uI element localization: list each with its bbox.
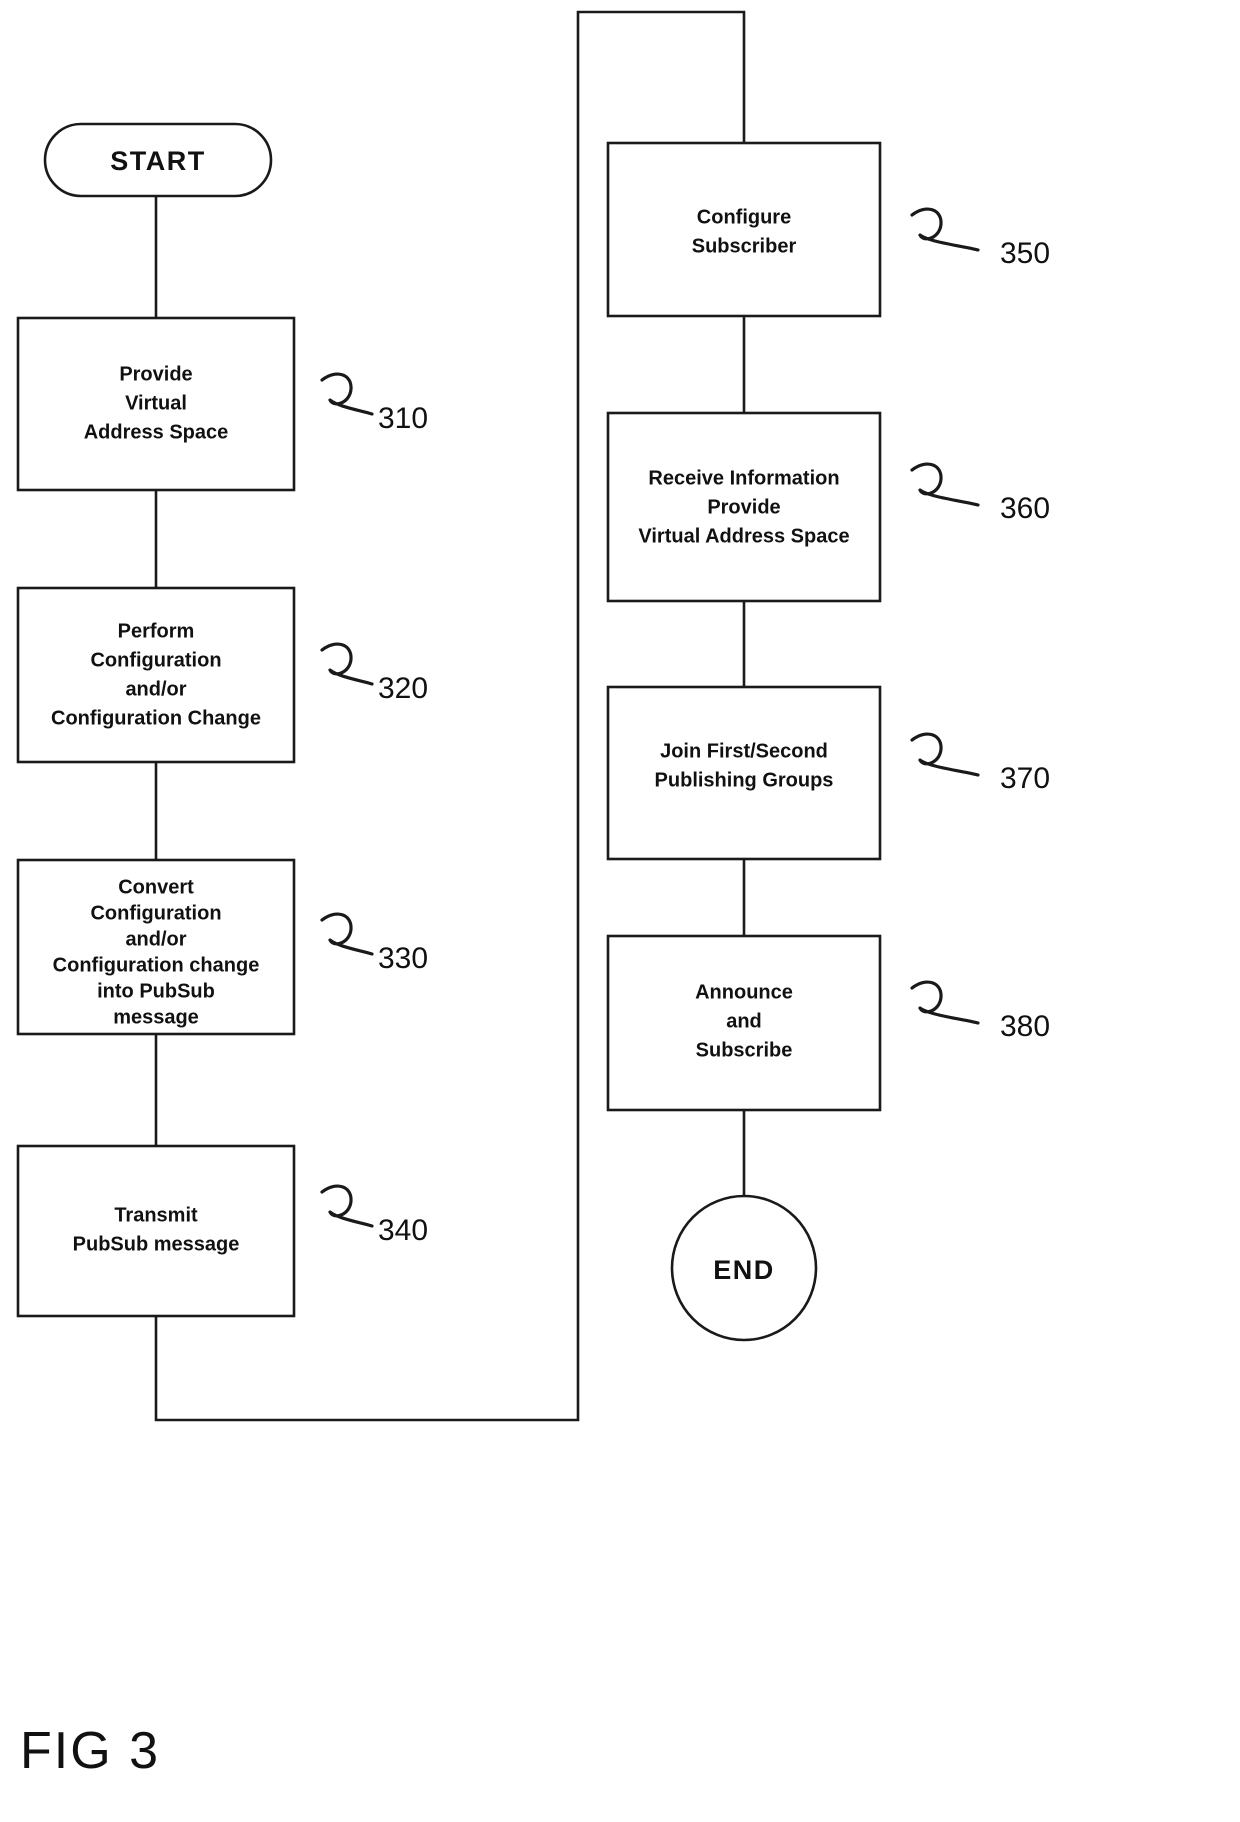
box-350-line-2: Subscriber	[692, 235, 797, 257]
box-340-shape	[16, 1144, 296, 1318]
figure-page: START Provide Virtual Address Space 310 …	[0, 0, 1240, 1822]
box-370-line-2: Publishing Groups	[655, 769, 834, 791]
reference-callout-360: 360	[910, 462, 1050, 525]
box-320-line-4: Configuration Change	[51, 707, 261, 729]
leader-squiggle-370	[910, 732, 980, 777]
reference-callout-320: 320	[320, 642, 428, 705]
reference-callout-310: 310	[320, 372, 428, 435]
reference-callout-350: 350	[910, 207, 1050, 270]
box-320-shape	[16, 586, 296, 764]
box-380-line-2: and	[726, 1010, 762, 1032]
box-340-line-1: Transmit	[114, 1204, 198, 1226]
ref-number-350: 350	[1000, 237, 1050, 270]
process-box-310: Provide Virtual Address Space	[16, 316, 296, 492]
box-330-line-3: and/or	[125, 928, 186, 950]
figure-label: FIG 3	[20, 1722, 160, 1780]
leader-squiggle-360	[910, 462, 980, 507]
reference-callout-380: 380	[910, 980, 1050, 1043]
leader-squiggle-310	[320, 372, 374, 416]
box-330-line-1: Convert	[118, 876, 194, 898]
box-360-line-3: Virtual Address Space	[638, 525, 849, 547]
ref-number-310: 310	[378, 402, 428, 435]
leader-squiggle-330	[320, 912, 374, 956]
box-360-line-2: Provide	[707, 496, 780, 518]
ref-number-380: 380	[1000, 1010, 1050, 1043]
ref-number-360: 360	[1000, 492, 1050, 525]
box-360-line-1: Receive Information	[648, 467, 839, 489]
reference-callout-340: 340	[320, 1184, 428, 1247]
flowchart-canvas: START Provide Virtual Address Space 310 …	[16, 10, 1050, 1780]
leader-squiggle-320	[320, 642, 374, 686]
box-330-line-6: message	[113, 1006, 199, 1028]
leader-squiggle-350	[910, 207, 980, 252]
box-350-line-1: Configure	[697, 206, 791, 228]
box-310-line-1: Provide	[119, 363, 192, 385]
ref-number-330: 330	[378, 942, 428, 975]
box-330-line-4: Configuration change	[53, 954, 260, 976]
box-370-line-1: Join First/Second	[660, 740, 828, 762]
ref-number-370: 370	[1000, 762, 1050, 795]
box-310-line-2: Virtual	[125, 392, 187, 414]
terminal-start: START	[43, 122, 273, 198]
process-box-350: Configure Subscriber	[606, 141, 882, 318]
box-330-line-5: into PubSub	[97, 980, 215, 1002]
end-label: END	[713, 1255, 775, 1285]
box-330-line-2: Configuration	[90, 902, 221, 924]
process-box-330: Convert Configuration and/or Configurati…	[16, 858, 296, 1036]
leader-squiggle-380	[910, 980, 980, 1025]
process-box-380: Announce and Subscribe	[606, 934, 882, 1112]
reference-callout-330: 330	[320, 912, 428, 975]
box-380-line-3: Subscribe	[696, 1039, 793, 1061]
leader-squiggle-340	[320, 1184, 374, 1228]
process-box-360: Receive Information Provide Virtual Addr…	[606, 411, 882, 603]
process-box-320: Perform Configuration and/or Configurati…	[16, 586, 296, 764]
box-310-line-3: Address Space	[84, 421, 229, 443]
box-320-line-2: Configuration	[90, 649, 221, 671]
process-box-340: Transmit PubSub message	[16, 1144, 296, 1318]
ref-number-340: 340	[378, 1214, 428, 1247]
box-320-line-1: Perform	[118, 620, 195, 642]
process-box-370: Join First/Second Publishing Groups	[606, 685, 882, 861]
terminal-end: END	[670, 1194, 818, 1342]
box-320-line-3: and/or	[125, 678, 186, 700]
ref-number-320: 320	[378, 672, 428, 705]
box-380-line-1: Announce	[695, 981, 793, 1003]
box-350-shape	[606, 141, 882, 318]
reference-callout-370: 370	[910, 732, 1050, 795]
start-label: START	[110, 146, 206, 176]
box-340-line-2: PubSub message	[73, 1233, 240, 1255]
